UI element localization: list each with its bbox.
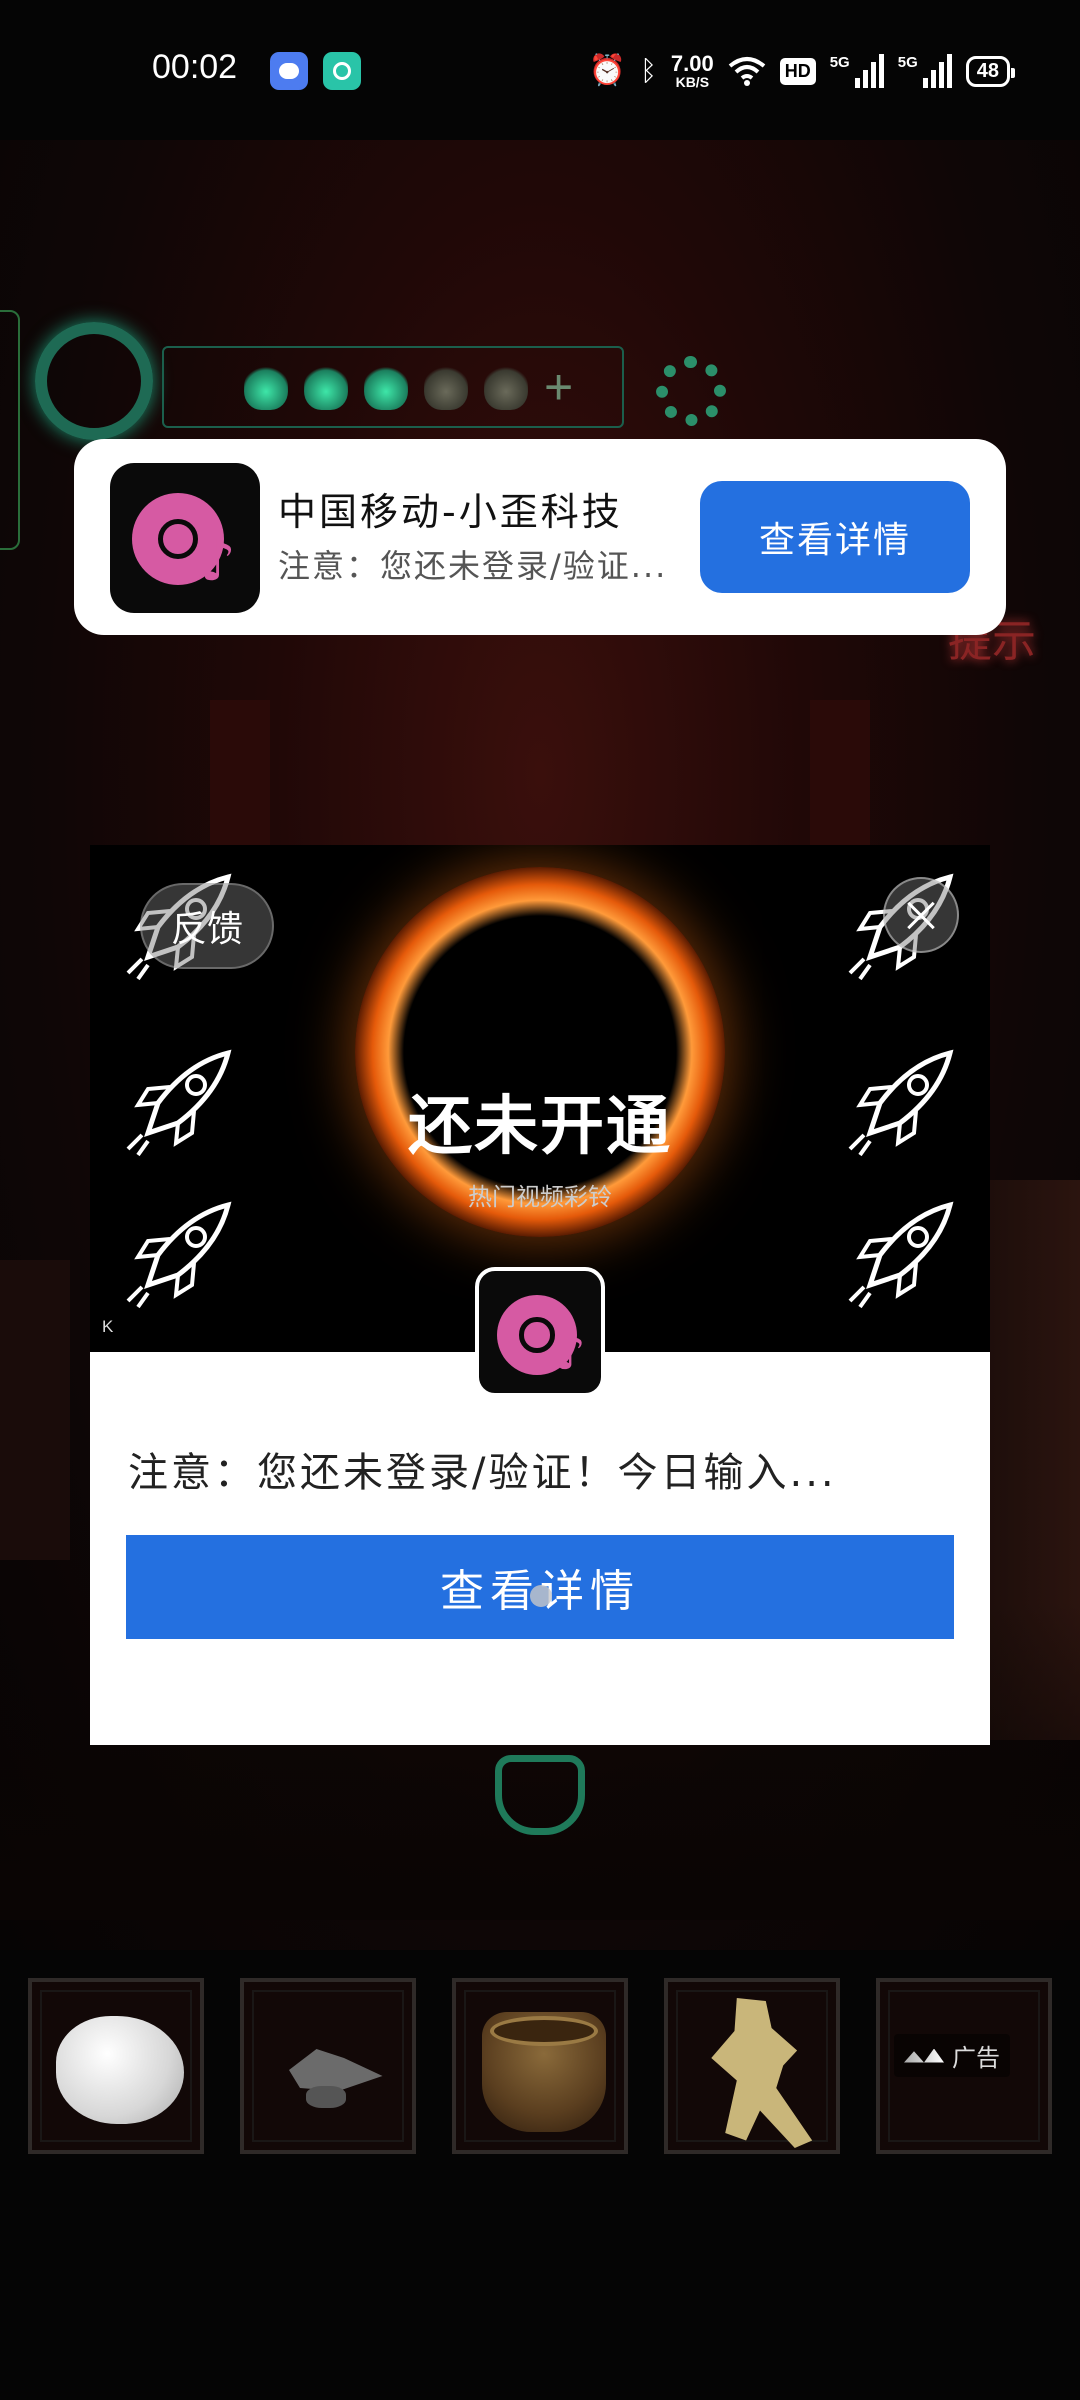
ad-tag-label: 广告 bbox=[952, 2044, 1000, 2072]
flame-icon bbox=[484, 364, 528, 410]
add-energy-icon[interactable]: + bbox=[544, 362, 573, 412]
ad-description: 注意：您还未登录/验证！今日输入... bbox=[128, 1450, 837, 1496]
ad-app-icon: ♪ bbox=[475, 1267, 605, 1397]
jade-bracelet-icon[interactable] bbox=[35, 322, 153, 440]
inventory-slot-paper-doll[interactable] bbox=[664, 1978, 840, 2154]
green-emblem-icon[interactable] bbox=[495, 1755, 585, 1835]
network-speed: 7.00 KB/S bbox=[670, 51, 714, 90]
network-speed-unit: KB/S bbox=[675, 74, 710, 90]
inventory-slot-incense-burner[interactable] bbox=[452, 1978, 628, 2154]
notification-banner[interactable]: ♪ 中国移动-小歪科技 注意：您还未登录/验证... 查看详情 bbox=[74, 439, 1006, 635]
settings-gear-icon[interactable] bbox=[656, 356, 726, 426]
ad-tag[interactable]: 广告 bbox=[894, 2034, 1010, 2077]
ad-content-panel[interactable]: 注意：您还未登录/验证！今日输入... 查看详情 bbox=[90, 1352, 990, 1745]
touch-indicator bbox=[530, 1585, 552, 1607]
network-speed-value: 7.00 bbox=[670, 51, 714, 76]
music-note-icon: ♪ bbox=[200, 529, 236, 594]
feedback-button[interactable]: 反馈 bbox=[140, 883, 274, 969]
ad-subheadline: 热门视频彩铃 bbox=[468, 1183, 612, 1211]
inventory-bar: 广告 bbox=[28, 1978, 1052, 2154]
incense-burner-item bbox=[482, 2012, 606, 2132]
flame-icon bbox=[424, 364, 468, 410]
signal-strength-icon: 5G bbox=[830, 54, 884, 88]
paper-doll-item bbox=[711, 1998, 813, 2148]
energy-bar: + bbox=[162, 346, 624, 428]
lantern-decoration bbox=[0, 1260, 70, 1560]
ore-fragment bbox=[306, 2086, 346, 2108]
status-icons: ⏰ ᛒ 7.00 KB/S HD 5G 5G 48 bbox=[588, 46, 1016, 96]
ad-dialog: 还未开通 热门视频彩铃 K 反馈 注意：您还未登录/验证！今日输入... 查看详… bbox=[90, 845, 990, 1745]
flame-icon bbox=[244, 364, 288, 410]
inventory-slot-ad[interactable]: 广告 bbox=[876, 1978, 1052, 2154]
flame-icon bbox=[364, 364, 408, 410]
messaging-app-icon bbox=[270, 52, 308, 90]
ad-headline: 还未开通 bbox=[408, 1090, 672, 1164]
signal-strength-icon: 5G bbox=[898, 54, 952, 88]
music-note-icon: ♪ bbox=[555, 1325, 586, 1381]
signal-type-label: 5G bbox=[897, 54, 918, 71]
side-drawer-handle[interactable] bbox=[0, 310, 20, 550]
notification-title: 中国移动-小歪科技 bbox=[278, 490, 623, 534]
close-icon[interactable] bbox=[883, 877, 959, 953]
wifi-icon bbox=[728, 57, 765, 86]
notification-text: 注意：您还未登录/验证... bbox=[278, 547, 668, 585]
rocket-icon bbox=[848, 1201, 954, 1309]
ad-network-logo-icon bbox=[904, 2048, 944, 2063]
ad-corner-mark: K bbox=[102, 1317, 114, 1336]
status-time: 00:02 bbox=[152, 48, 238, 86]
app-icon: ♪ bbox=[110, 463, 260, 613]
hd-voice-icon: HD bbox=[779, 57, 816, 85]
view-details-button[interactable]: 查看详情 bbox=[700, 481, 970, 593]
battery-icon: 48 bbox=[965, 55, 1016, 87]
inventory-slot-ore[interactable] bbox=[240, 1978, 416, 2154]
flame-icon bbox=[304, 364, 348, 410]
assistant-app-icon bbox=[323, 52, 361, 90]
status-bar: 00:02 ⏰ ᛒ 7.00 KB/S HD 5G 5G 48 bbox=[0, 0, 1080, 140]
white-stone-item bbox=[56, 2016, 184, 2124]
alarm-icon: ⏰ bbox=[588, 53, 627, 88]
bluetooth-icon: ᛒ bbox=[640, 54, 657, 87]
signal-type-label: 5G bbox=[829, 54, 850, 71]
inventory-slot-white-stone[interactable] bbox=[28, 1978, 204, 2154]
rocket-icon bbox=[126, 1201, 232, 1309]
